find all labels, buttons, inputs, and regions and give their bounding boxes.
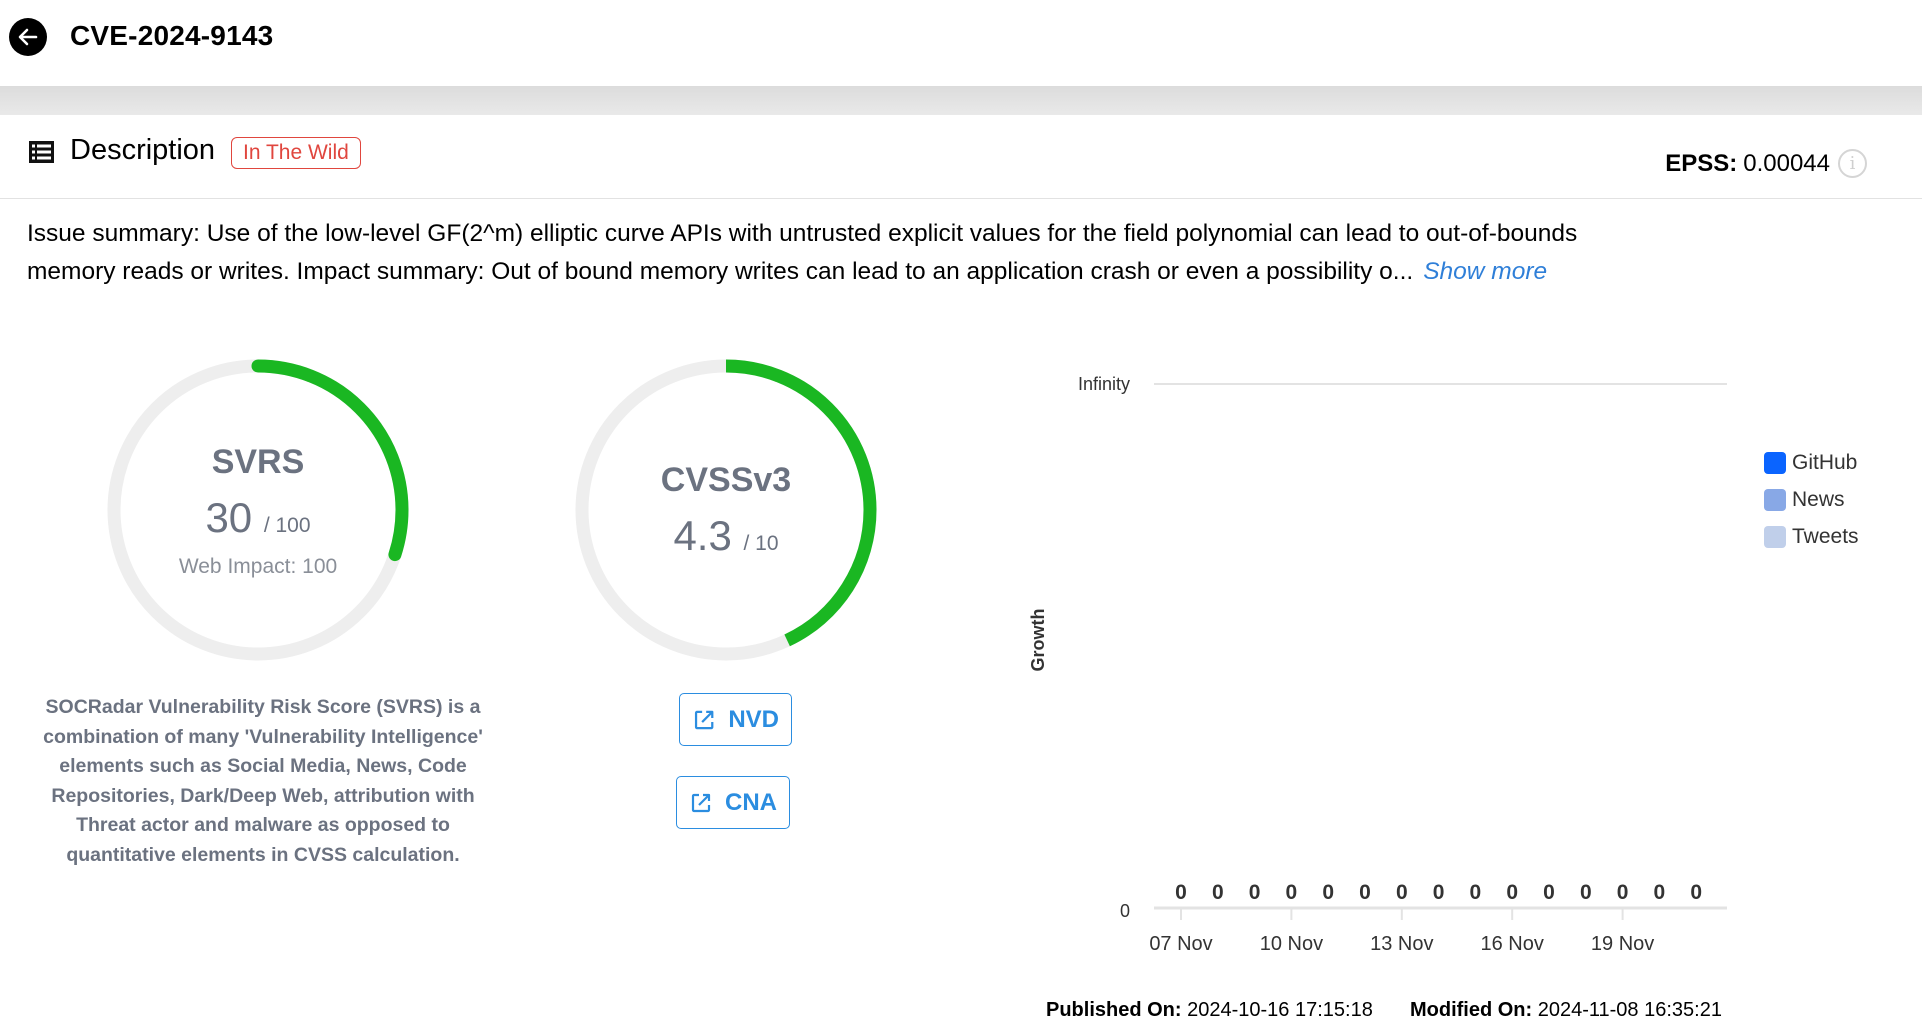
legend-label-tweets: Tweets bbox=[1792, 524, 1859, 548]
data-label: 0 bbox=[1543, 881, 1555, 904]
x-tick-label: 19 Nov bbox=[1591, 933, 1654, 955]
cvss-gauge: CVSSv3 4.3 / 10 bbox=[573, 357, 879, 663]
data-label: 0 bbox=[1212, 881, 1224, 904]
back-button[interactable] bbox=[9, 18, 47, 56]
chart-legend: GitHub News Tweets bbox=[1764, 444, 1859, 555]
svrs-description: SOCRadar Vulnerability Risk Score (SVRS)… bbox=[43, 696, 483, 866]
published-label: Published On: bbox=[1046, 999, 1182, 1021]
epss-score: EPSS: 0.00044 i bbox=[1665, 149, 1867, 178]
description-title: Description bbox=[70, 134, 216, 166]
svrs-title: SVRS bbox=[211, 443, 305, 481]
legend-label-github: GitHub bbox=[1792, 450, 1858, 474]
data-label: 0 bbox=[1286, 881, 1298, 904]
in-the-wild-badge: In The Wild bbox=[231, 137, 361, 169]
description-header: Description In The Wild EPSS: 0.00044 i bbox=[0, 115, 1922, 199]
legend-label-news: News bbox=[1792, 487, 1845, 511]
header-divider bbox=[0, 86, 1922, 115]
external-link-icon bbox=[691, 793, 711, 812]
cvss-score: 4.3 / 10 bbox=[573, 512, 879, 560]
arrow-left-icon bbox=[18, 28, 38, 46]
legend-swatch-news bbox=[1764, 488, 1786, 511]
data-label: 0 bbox=[1654, 881, 1666, 904]
legend-swatch-tweets bbox=[1764, 525, 1786, 548]
cvss-title: CVSSv3 bbox=[660, 461, 792, 499]
y-tick-label: Infinity bbox=[1078, 374, 1130, 394]
dates-footer: Published On: 2024-10-16 17:15:18 Modifi… bbox=[1046, 999, 1722, 1022]
svrs-score-value: 30 bbox=[205, 494, 253, 541]
data-label: 0 bbox=[1249, 881, 1261, 904]
data-label: 0 bbox=[1580, 881, 1592, 904]
top-bar: CVE-2024-9143 bbox=[0, 0, 1922, 86]
legend-item-news[interactable]: News bbox=[1764, 481, 1859, 518]
legend-swatch-github bbox=[1764, 451, 1786, 474]
cvss-score-max: / 10 bbox=[743, 532, 779, 555]
x-tick-label: 16 Nov bbox=[1481, 933, 1544, 955]
data-label: 0 bbox=[1433, 881, 1445, 904]
info-icon[interactable]: i bbox=[1838, 149, 1867, 178]
data-label: 0 bbox=[1617, 881, 1629, 904]
svrs-score: 30 / 100 bbox=[105, 494, 411, 542]
data-label: 0 bbox=[1396, 881, 1408, 904]
data-label: 0 bbox=[1359, 881, 1371, 904]
cvss-ring bbox=[575, 359, 877, 661]
x-tick-label: 07 Nov bbox=[1149, 933, 1212, 955]
x-tick-label: 13 Nov bbox=[1370, 933, 1433, 955]
data-label: 0 bbox=[1690, 881, 1702, 904]
modified-value: 2024-11-08 16:35:21 bbox=[1537, 999, 1722, 1021]
data-label: 0 bbox=[1175, 881, 1187, 904]
nvd-link-button[interactable]: NVD bbox=[679, 693, 792, 746]
legend-item-github[interactable]: GitHub bbox=[1764, 444, 1859, 481]
modified-label: Modified On: bbox=[1409, 999, 1533, 1021]
cna-link-button[interactable]: CNA bbox=[676, 776, 790, 829]
cna-label: CNA bbox=[725, 788, 777, 816]
data-label: 0 bbox=[1506, 881, 1518, 904]
x-tick-label: 10 Nov bbox=[1260, 933, 1323, 955]
external-link-icon bbox=[694, 710, 714, 729]
list-icon bbox=[29, 141, 54, 163]
description-summary: Issue summary: Use of the low-level GF(2… bbox=[27, 215, 1587, 291]
page-title: CVE-2024-9143 bbox=[70, 20, 274, 51]
svrs-score-max: / 100 bbox=[263, 514, 311, 537]
svrs-gauge: SVRS 30 / 100 Web Impact: 100 bbox=[105, 357, 411, 663]
data-label: 0 bbox=[1470, 881, 1482, 904]
epss-value: 0.00044 bbox=[1743, 149, 1830, 177]
summary-text: Issue summary: Use of the low-level GF(2… bbox=[27, 220, 1578, 285]
nvd-label: NVD bbox=[728, 705, 779, 733]
data-label: 0 bbox=[1322, 881, 1334, 904]
cvss-score-value: 4.3 bbox=[673, 512, 732, 559]
epss-label: EPSS: bbox=[1665, 149, 1738, 177]
web-impact: Web Impact: 100 bbox=[178, 555, 338, 578]
legend-item-tweets[interactable]: Tweets bbox=[1764, 518, 1859, 555]
y-tick-label: 0 bbox=[1120, 901, 1130, 921]
y-axis-title: Growth bbox=[1028, 609, 1048, 672]
show-more-link[interactable]: Show more bbox=[1423, 258, 1547, 285]
published-value: 2024-10-16 17:15:18 bbox=[1187, 999, 1373, 1021]
